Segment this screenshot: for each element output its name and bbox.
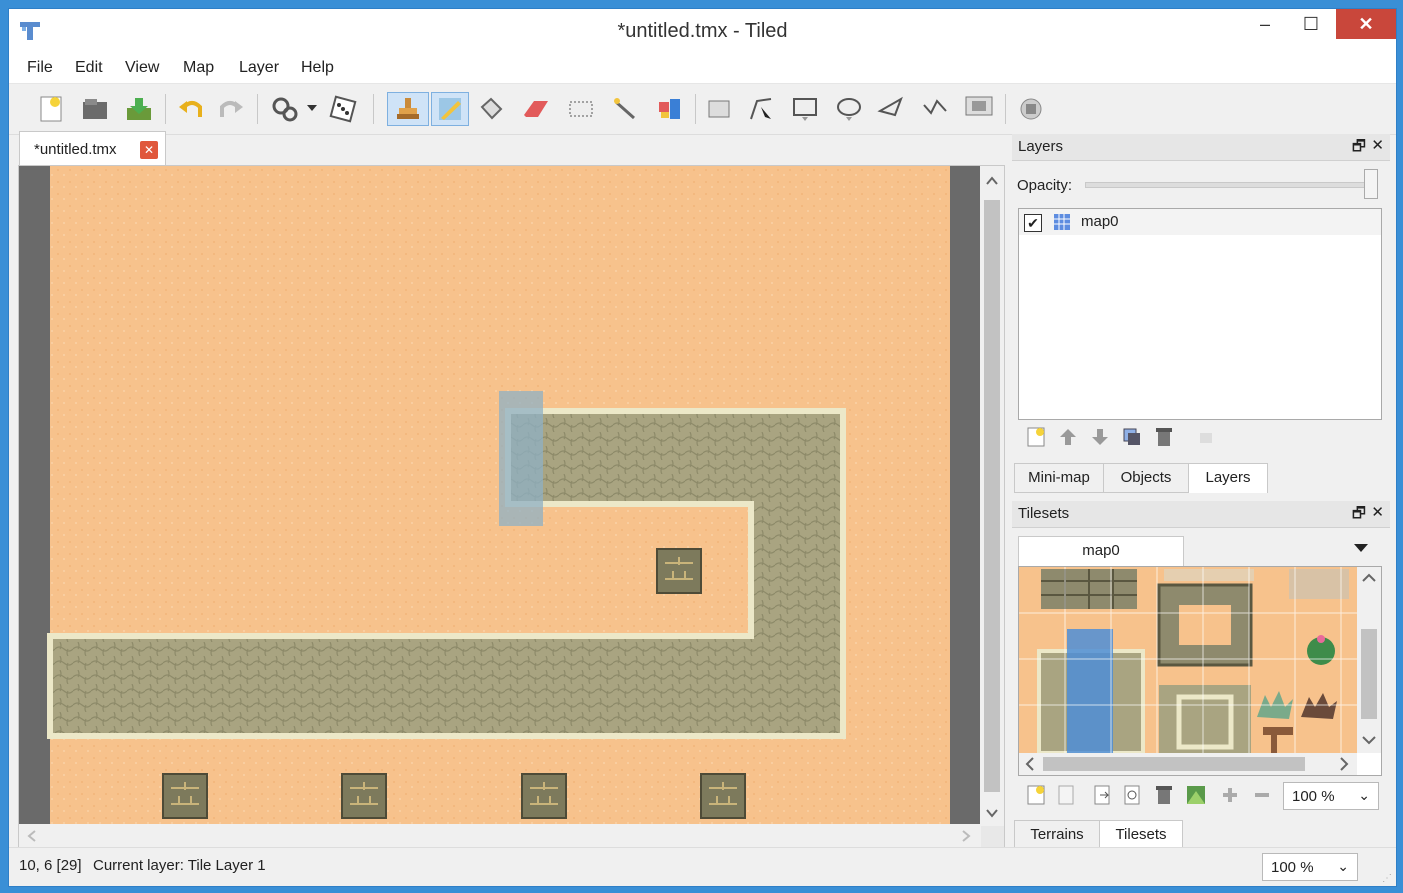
tileset-zoom-value: 100 % [1292, 788, 1335, 805]
opacity-slider[interactable] [1085, 182, 1377, 188]
tileset-properties-icon[interactable] [1121, 784, 1143, 806]
layer-list: ✔ map0 [1018, 208, 1382, 420]
undo-icon[interactable] [175, 92, 207, 126]
current-layer-status: Current layer: Tile Layer 1 [93, 857, 266, 874]
save-icon[interactable] [123, 92, 155, 126]
chevron-down-icon: ⌄ [1337, 858, 1349, 874]
maximize-button[interactable]: ☐ [1288, 9, 1334, 39]
close-button[interactable]: ✕ [1336, 9, 1396, 39]
chevron-down-icon: ⌄ [1358, 787, 1370, 803]
rect-select-icon[interactable] [565, 92, 597, 126]
select-objects-icon[interactable] [703, 92, 735, 126]
float-panel-icon[interactable]: 🗗 [1352, 136, 1366, 161]
menu-layer[interactable]: Layer [239, 59, 279, 77]
tileset-tab-map0[interactable]: map0 [1018, 536, 1184, 567]
dice-icon[interactable] [327, 92, 359, 126]
layer-row[interactable]: ✔ map0 [1019, 209, 1381, 235]
document-tab-label: *untitled.tmx [34, 141, 117, 158]
menu-file[interactable]: File [27, 59, 53, 77]
layer-visibility-checkbox[interactable]: ✔ [1024, 214, 1042, 232]
layers-panel-title: Layers [1018, 138, 1064, 155]
tileset-menu-arrow-icon[interactable] [1353, 541, 1369, 558]
delete-layer-icon[interactable] [1153, 426, 1175, 448]
redo-icon[interactable] [215, 92, 247, 126]
insert-tile-icon[interactable] [963, 92, 995, 126]
window-title: *untitled.tmx - Tiled [617, 20, 788, 42]
tileset-view[interactable] [1018, 566, 1382, 776]
edit-terrain-icon[interactable] [1185, 784, 1207, 806]
tab-mini-map[interactable]: Mini-map [1014, 463, 1104, 493]
layers-panel-header: Layers 🗗 ✕ [1012, 134, 1390, 161]
menu-edit[interactable]: Edit [75, 59, 103, 77]
tile-layer-icon [1054, 214, 1070, 230]
tile-map[interactable] [19, 166, 981, 826]
resize-grip-icon[interactable]: ⋰ [1382, 873, 1392, 884]
menu-map[interactable]: Map [183, 59, 214, 77]
map-zoom-select[interactable]: 100 % ⌄ [1262, 853, 1358, 881]
raise-layer-icon[interactable] [1057, 426, 1079, 448]
layer-properties-icon[interactable] [1195, 426, 1217, 448]
tab-layers[interactable]: Layers [1188, 463, 1268, 493]
insert-ellipse-icon[interactable] [833, 92, 865, 126]
insert-rectangle-icon[interactable] [789, 92, 821, 126]
map-editor [18, 165, 1005, 849]
layer-name: map0 [1081, 213, 1119, 230]
add-layer-icon[interactable] [1025, 426, 1047, 448]
insert-polygon-icon[interactable] [875, 92, 907, 126]
new-map-icon[interactable] [35, 92, 67, 126]
main-toolbar [9, 84, 1396, 135]
select-same-tile-icon[interactable] [653, 92, 685, 126]
title-bar: *untitled.tmx - Tiled – ☐ ✕ [9, 9, 1396, 53]
stamp-brush-icon[interactable] [387, 92, 429, 126]
export-tileset-icon[interactable] [1091, 784, 1113, 806]
map-zoom-value: 100 % [1271, 859, 1314, 876]
tab-tilesets[interactable]: Tilesets [1099, 820, 1183, 850]
tileset-image[interactable] [1019, 567, 1381, 775]
map-canvas[interactable] [19, 166, 981, 826]
cursor-coords: 10, 6 [29] [19, 857, 82, 874]
magic-wand-icon[interactable] [609, 92, 641, 126]
lower-layer-icon[interactable] [1089, 426, 1111, 448]
eraser-icon[interactable] [519, 92, 551, 126]
status-bar: 10, 6 [29] Current layer: Tile Layer 1 1… [9, 847, 1396, 886]
tilesets-panel-header: Tilesets 🗗 ✕ [1012, 501, 1390, 528]
chevron-down-icon[interactable] [305, 92, 319, 126]
document-tab[interactable]: *untitled.tmx ✕ [19, 131, 166, 165]
close-panel-icon[interactable]: ✕ [1371, 503, 1384, 521]
duplicate-layer-icon[interactable] [1121, 426, 1143, 448]
tab-close-icon[interactable]: ✕ [140, 141, 158, 159]
random-mode-icon[interactable] [269, 92, 301, 126]
tab-objects[interactable]: Objects [1103, 463, 1189, 493]
float-panel-icon[interactable]: 🗗 [1352, 503, 1366, 528]
app-window: *untitled.tmx - Tiled – ☐ ✕ File Edit Vi… [8, 8, 1397, 887]
import-tileset-icon[interactable] [1055, 784, 1077, 806]
new-tileset-icon[interactable] [1025, 784, 1047, 806]
opacity-label: Opacity: [1017, 177, 1073, 194]
menu-help[interactable]: Help [301, 59, 334, 77]
close-panel-icon[interactable]: ✕ [1371, 136, 1384, 154]
delete-tileset-icon[interactable] [1153, 784, 1175, 806]
edit-polygons-icon[interactable] [745, 92, 777, 126]
zoom-out-icon[interactable] [1251, 784, 1273, 806]
insert-polyline-icon[interactable] [919, 92, 951, 126]
tileset-zoom-select[interactable]: 100 % ⌄ [1283, 782, 1379, 810]
open-icon[interactable] [79, 92, 111, 126]
menu-bar: File Edit View Map Layer Help [9, 53, 1396, 84]
minimize-button[interactable]: – [1242, 9, 1288, 39]
map-vertical-scrollbar[interactable] [980, 166, 1004, 826]
tilesets-panel-title: Tilesets [1018, 505, 1070, 522]
zoom-in-icon[interactable] [1219, 784, 1241, 806]
menu-view[interactable]: View [125, 59, 159, 77]
map-horizontal-scrollbar[interactable] [19, 824, 981, 848]
tab-terrains[interactable]: Terrains [1014, 820, 1100, 850]
terrain-brush-icon[interactable] [431, 92, 469, 126]
command-icon[interactable] [1015, 92, 1047, 126]
opacity-slider-handle[interactable] [1364, 169, 1378, 199]
bucket-fill-icon[interactable] [475, 92, 507, 126]
